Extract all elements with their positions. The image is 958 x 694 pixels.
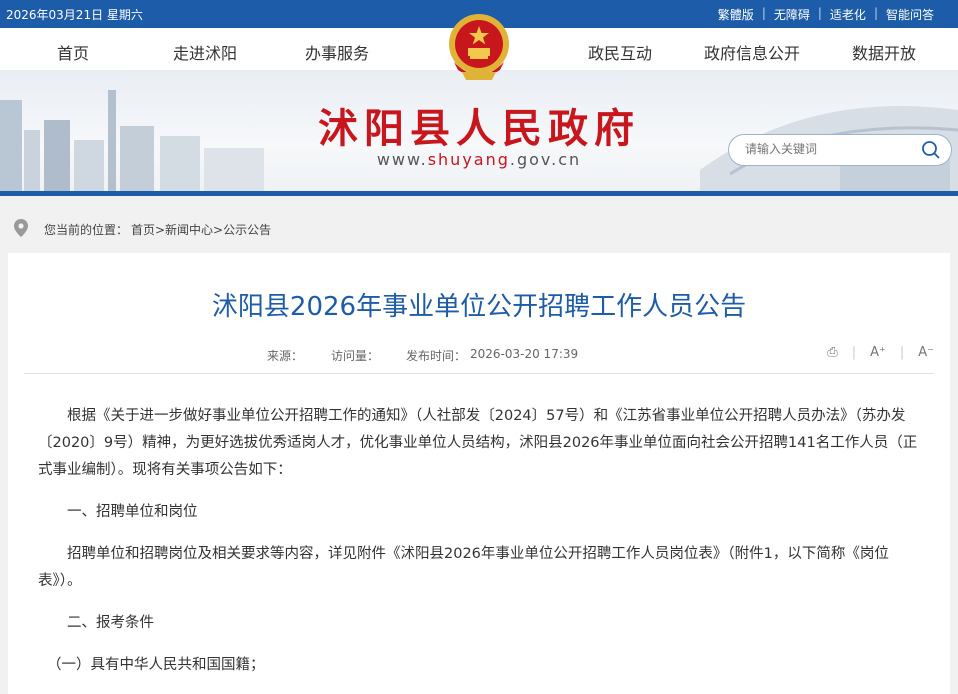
nav-item-services[interactable]: 办事服务 bbox=[305, 40, 369, 64]
location-pin-icon bbox=[14, 219, 28, 237]
nav-item-open-data[interactable]: 数据开放 bbox=[852, 40, 916, 64]
section-heading: 二、报考条件 bbox=[67, 615, 154, 631]
national-emblem-icon bbox=[449, 14, 509, 80]
traditional-chinese-link[interactable]: 繁體版 bbox=[710, 6, 762, 23]
breadcrumb-label: 您当前的位置： bbox=[44, 223, 129, 237]
font-decrease-icon[interactable]: A⁻ bbox=[918, 345, 934, 360]
accessibility-link[interactable]: 无障碍 bbox=[766, 6, 818, 23]
paragraph: （一）具有中华人民共和国国籍； bbox=[47, 657, 265, 673]
print-icon[interactable]: ⎙ bbox=[827, 345, 837, 360]
search-input[interactable] bbox=[743, 141, 907, 157]
published-label: 发布时间： bbox=[406, 349, 467, 363]
top-links: 繁體版 | 无障碍 | 适老化 | 智能问答 bbox=[710, 6, 942, 23]
article-title: 沭阳县2026年事业单位公开招聘工作人员公告 bbox=[211, 292, 747, 322]
article-card: 沭阳县2026年事业单位公开招聘工作人员公告 来源： 访问量： 发布时间： 20… bbox=[8, 253, 950, 694]
nav-item-interaction[interactable]: 政民互动 bbox=[588, 40, 652, 64]
url-domain: shuyang bbox=[427, 150, 510, 169]
paragraph: 根据《关于进一步做好事业单位公开招聘工作的通知》（人社部发〔2024〕57号）和… bbox=[38, 408, 918, 478]
nav-item-home[interactable]: 首页 bbox=[57, 40, 89, 64]
elderly-mode-link[interactable]: 适老化 bbox=[822, 6, 874, 23]
separator: | bbox=[873, 6, 878, 20]
separator: | bbox=[899, 345, 905, 360]
breadcrumb: 您当前的位置： 首页>新闻中心>公示公告 bbox=[0, 201, 958, 253]
separator: | bbox=[817, 6, 822, 20]
search-icon[interactable] bbox=[921, 140, 941, 160]
nav-item-gov-info[interactable]: 政府信息公开 bbox=[704, 40, 800, 64]
paragraph: 招聘单位和招聘岗位及相关要求等内容，详见附件《沭阳县2026年事业单位公开招聘工… bbox=[38, 546, 889, 589]
meta-divider bbox=[24, 373, 934, 374]
url-suffix: .gov.cn bbox=[509, 150, 582, 169]
article-body: 根据《关于进一步做好事业单位公开招聘工作的通知》（人社部发〔2024〕57号）和… bbox=[38, 403, 920, 694]
article-tools: ⎙ | A⁺ | A⁻ bbox=[827, 345, 934, 360]
published-time: 2026-03-20 17:39 bbox=[470, 347, 579, 361]
font-increase-icon[interactable]: A⁺ bbox=[870, 345, 886, 360]
breadcrumb-path[interactable]: 首页>新闻中心>公示公告 bbox=[131, 221, 271, 238]
separator: | bbox=[761, 6, 766, 20]
banner-bottom-bar bbox=[0, 191, 958, 196]
url-prefix: www. bbox=[376, 150, 428, 169]
source-label: 来源： bbox=[267, 349, 304, 363]
smart-qa-link[interactable]: 智能问答 bbox=[878, 6, 942, 23]
nav-item-about[interactable]: 走进沭阳 bbox=[173, 40, 237, 64]
current-date: 2026年03月21日 星期六 bbox=[6, 8, 143, 22]
visits-label: 访问量： bbox=[331, 349, 380, 363]
search-box bbox=[728, 134, 952, 166]
section-heading: 一、招聘单位和岗位 bbox=[67, 504, 198, 520]
header-banner: 沭阳县人民政府 www.shuyang.gov.cn bbox=[0, 70, 958, 196]
separator: | bbox=[851, 345, 857, 360]
